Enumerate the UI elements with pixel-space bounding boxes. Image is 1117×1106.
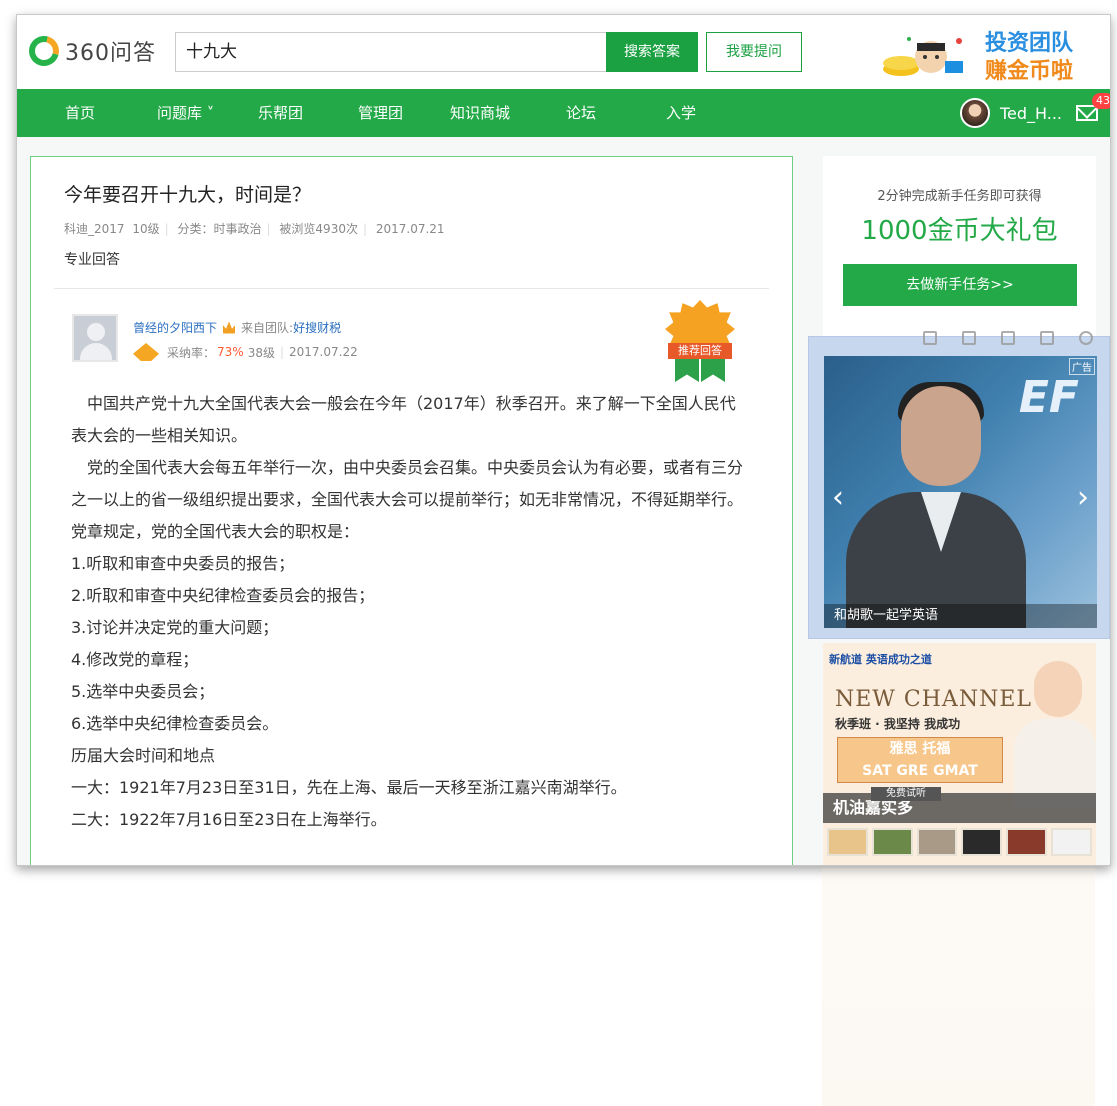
window-reflection [16, 868, 1111, 1106]
search-input[interactable]: 十九大 [175, 32, 607, 72]
asker-level: 10级 [132, 222, 160, 236]
chevron-right-icon[interactable]: › [1077, 480, 1089, 515]
ad-toolbar [923, 331, 1093, 349]
answer-date: 2017.07.22 [289, 345, 358, 359]
adoption-rate-label: 采纳率： [167, 345, 216, 360]
nav-admin-team[interactable]: 管理团 [358, 89, 403, 137]
nc-course-line-2: SAT GRE GMAT [862, 763, 978, 779]
question-views: 被浏览4930次 [279, 222, 358, 236]
answer-paragraph: 3.讨论并决定党的重大问题； [71, 618, 279, 637]
settings-icon[interactable] [1079, 331, 1093, 345]
browser-frame: 360问答 十九大 搜索答案 我要提问 投资团队 赚金币啦 首页 问题库 ˅ 乐… [16, 14, 1111, 866]
question-title: 今年要召开十九大，时间是？ [64, 184, 312, 206]
ask-question-button[interactable]: 我要提问 [706, 32, 802, 72]
ad-thumbnail[interactable] [916, 828, 958, 856]
ad-model-figure [846, 382, 1026, 628]
main-nav: 首页 问题库 ˅ 乐帮团 管理团 知识商城 论坛 入学 Ted_H... 43 [17, 89, 1110, 137]
ad-thumbnails [827, 828, 1092, 858]
ef-logo: EF [1018, 372, 1079, 423]
answer-paragraph: 4.修改党的章程； [71, 650, 199, 669]
ad-thumbnail[interactable] [827, 828, 868, 856]
nav-enroll[interactable]: 入学 [666, 89, 696, 137]
nav-forum[interactable]: 论坛 [566, 89, 596, 137]
newbie-task-card: 2分钟完成新手任务即可获得 1000金币大礼包 去做新手任务>> [823, 156, 1096, 336]
mail-icon[interactable]: 43 [1076, 93, 1110, 121]
medal-icon [133, 343, 159, 361]
recommended-badge-text: 推荐回答 [668, 343, 732, 359]
mail-badge: 43 [1092, 93, 1110, 109]
ad-caption: 和胡歌一起学英语 [824, 604, 1097, 628]
question-category[interactable]: 分类：时事政治 [178, 222, 262, 236]
answerer-name[interactable]: 曾经的夕阳西下 [133, 319, 217, 336]
asker-name[interactable]: 科迪_2017 [64, 222, 125, 236]
site-logo[interactable]: 360问答 [23, 30, 156, 72]
reflection-sidebar [822, 868, 1095, 1106]
nav-home[interactable]: 首页 [65, 89, 95, 137]
nav-question-library[interactable]: 问题库 ˅ [157, 89, 214, 137]
answerer-level: 38级 [247, 345, 275, 360]
ad-label: 广告 [1069, 358, 1095, 375]
question-card: 今年要召开十九大，时间是？ 科迪_2017 10级 | 分类：时事政治 | 被浏览4… [30, 156, 793, 865]
answer-paragraph: 中国共产党十九大全国代表大会一般会在今年（2017年）秋季召开。来了解一下全国人… [71, 394, 736, 445]
answer-paragraph: 2.听取和审查中央纪律检查委员会的报告； [71, 586, 375, 605]
team-prefix: 来自团队: [241, 321, 294, 335]
answer-paragraph: 6.选举中央纪律检查委员会。 [71, 714, 279, 733]
free-trial-tag: 免费试听 [871, 787, 941, 801]
ad-title-bar: 机油嘉实多 [823, 793, 1096, 823]
recommended-badge: 推荐回答 [665, 300, 735, 384]
nc-title: NEW CHANNEL [835, 687, 1032, 712]
new-channel-ad[interactable]: 新航道 英语成功之道 NEW CHANNEL 秋季班 · 我坚持 我成功 雅思 … [823, 643, 1096, 865]
top-header: 360问答 十九大 搜索答案 我要提问 投资团队 赚金币啦 [17, 15, 1110, 89]
ad-thumbnail[interactable] [1051, 828, 1092, 856]
professional-answer-label: 专业回答 [64, 252, 120, 268]
do-newbie-task-button[interactable]: 去做新手任务>> [843, 264, 1077, 306]
task-subtitle: 2分钟完成新手任务即可获得 [877, 189, 1042, 204]
answer-paragraph: 5.选举中央委员会； [71, 682, 215, 701]
question-date: 2017.07.21 [375, 222, 445, 236]
nc-subtitle: 秋季班 · 我坚持 我成功 [835, 717, 961, 731]
nc-course-line-1: 雅思 托福 [889, 741, 951, 757]
edit-icon[interactable] [1040, 331, 1054, 345]
team-name[interactable]: 好搜财税 [293, 319, 341, 336]
divider [54, 288, 769, 289]
ef-ad-image[interactable]: EF 广告 ‹ › 和胡歌一起学英语 [824, 356, 1097, 628]
promo-banner[interactable]: 投资团队 赚金币啦 [879, 23, 1089, 84]
task-reward: 1000金币大礼包 [861, 216, 1058, 246]
expand-icon[interactable] [962, 331, 976, 345]
logo-text: 360问答 [65, 41, 156, 66]
user-menu[interactable]: Ted_H... 43 [959, 93, 1110, 129]
nc-brand-line: 新航道 英语成功之道 [829, 653, 932, 666]
save-icon[interactable] [923, 331, 937, 345]
answer-paragraph: 历届大会时间和地点 [71, 746, 216, 765]
answer-paragraph: 二大：1922年7月16日至23日在上海举行。 [71, 810, 387, 829]
chevron-left-icon[interactable]: ‹ [832, 480, 844, 515]
gold-coin-mascot-icon [883, 37, 963, 76]
ad-carousel-highlight: EF 广告 ‹ › 和胡歌一起学英语 [808, 336, 1110, 639]
answerer-avatar[interactable] [72, 314, 118, 362]
nav-knowledge-mall[interactable]: 知识商城 [450, 89, 510, 137]
nav-lebangtuan[interactable]: 乐帮团 [258, 89, 303, 137]
search-answer-button[interactable]: 搜索答案 [606, 32, 698, 72]
user-avatar[interactable] [959, 98, 990, 128]
answerer-info: 曾经的夕阳西下 来自团队: 好搜财税 [133, 319, 341, 336]
answer-body: 中国共产党十九大全国代表大会一般会在今年（2017年）秋季召开。来了解一下全国人… [71, 388, 751, 836]
answer-paragraph: 党的全国代表大会每五年举行一次，由中央委员会召集。中央委员会认为有必要，或者有三… [71, 458, 744, 509]
ad-model-girl [1014, 653, 1096, 809]
answer-paragraph: 党章规定，党的全国代表大会的职权是： [71, 522, 360, 541]
ad-thumbnail[interactable] [871, 828, 913, 856]
ad-thumbnail[interactable] [961, 828, 1003, 856]
360-logo-icon [23, 30, 65, 72]
user-name[interactable]: Ted_H... [1000, 104, 1062, 123]
question-meta: 科迪_2017 10级 | 分类：时事政治 | 被浏览4930次 | 2017.07.… [64, 222, 445, 236]
sidebar: 2分钟完成新手任务即可获得 1000金币大礼包 去做新手任务>> EF 广告 ‹… [808, 156, 1110, 865]
ad-thumbnail[interactable] [1006, 828, 1048, 856]
crown-icon [223, 321, 236, 334]
screenshot-icon[interactable] [1001, 331, 1015, 345]
answerer-stats: 采纳率： 73% 38级 | 2017.07.22 [133, 343, 358, 361]
adoption-rate: 73% [217, 345, 244, 359]
nc-courses: 雅思 托福 SAT GRE GMAT [837, 737, 1003, 783]
promo-subtitle: 赚金币啦 [985, 59, 1074, 84]
answer-paragraph: 1.听取和审查中央委员的报告； [71, 554, 295, 573]
answer-paragraph: 一大：1921年7月23日至31日，先在上海、最后一天移至浙江嘉兴南湖举行。 [71, 778, 627, 797]
